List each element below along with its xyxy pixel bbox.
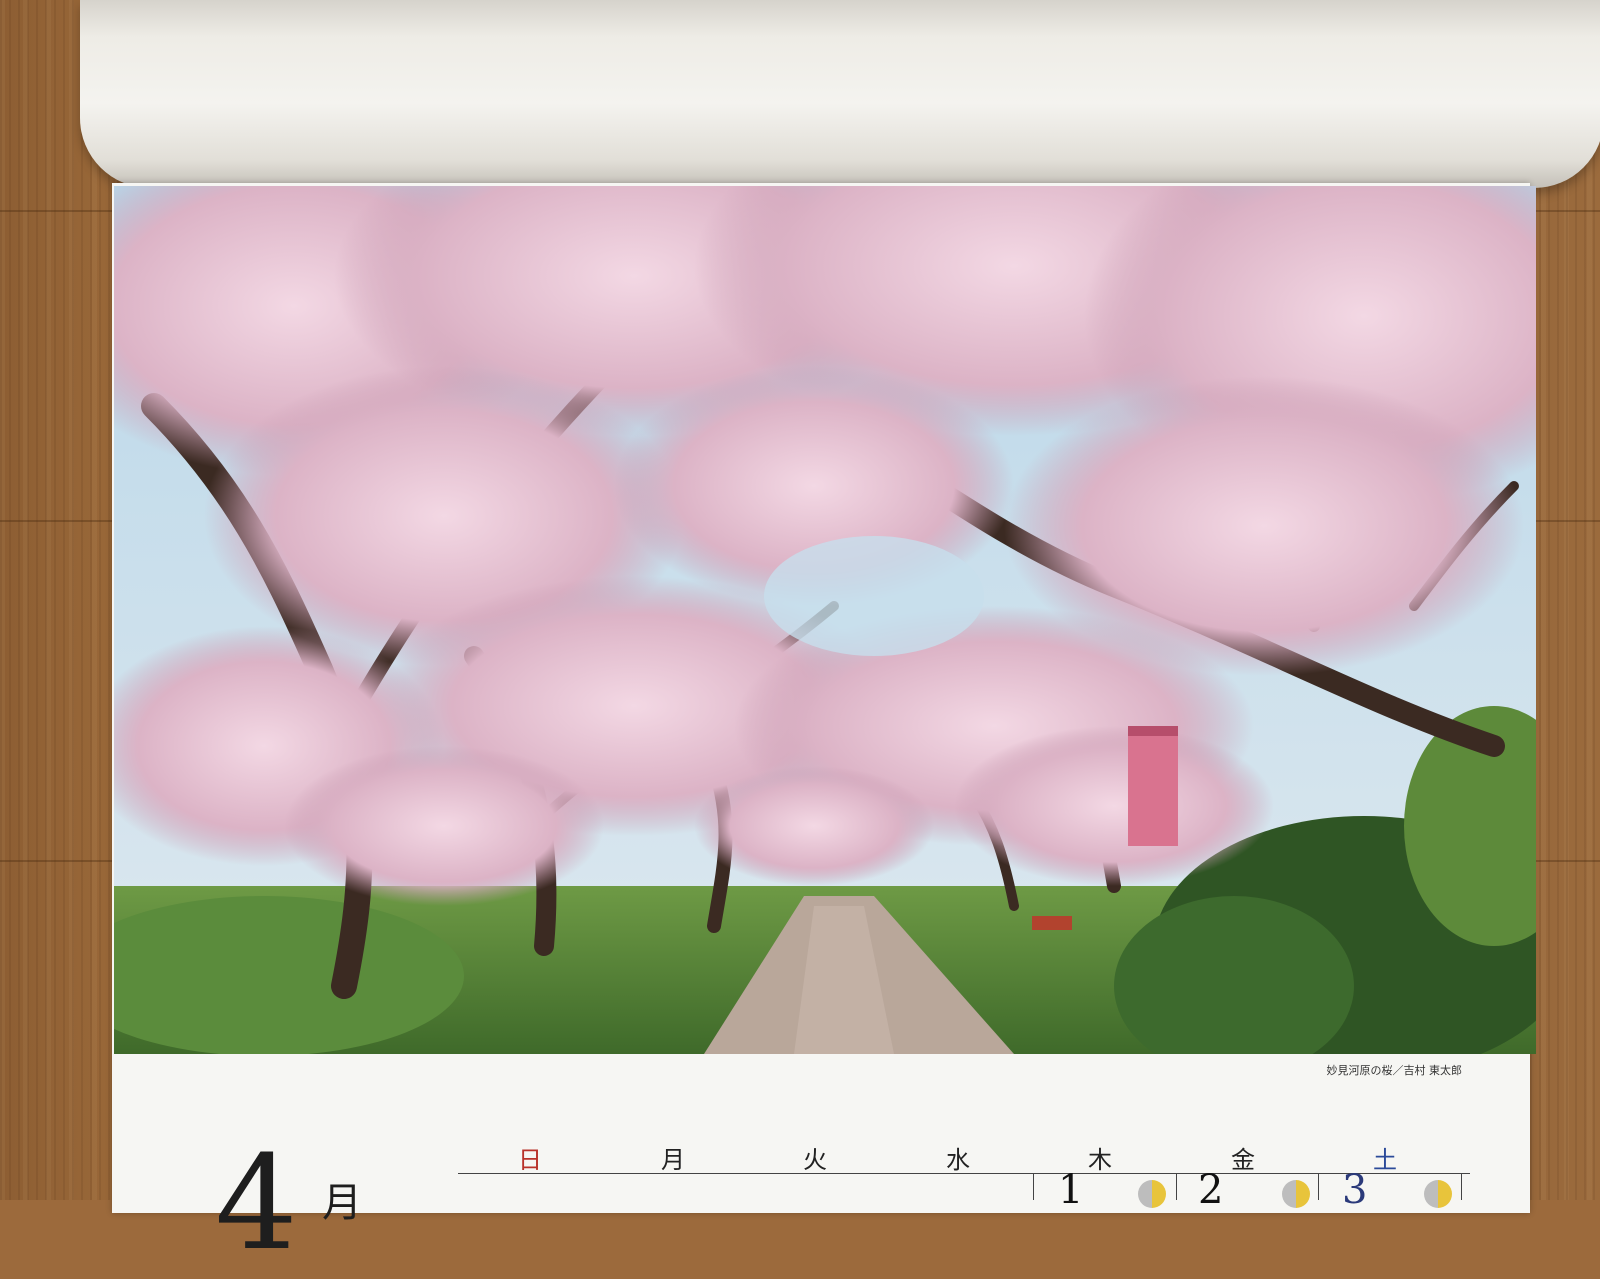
grid-divider bbox=[1176, 1173, 1177, 1200]
weekday-mon: 月 bbox=[661, 1146, 685, 1174]
rolled-previous-page bbox=[80, 0, 1600, 188]
weekday-wed: 水 bbox=[946, 1146, 970, 1174]
photo-caption: 妙見河原の桜／吉村 東太郎 bbox=[1326, 1064, 1463, 1077]
cherry-blossom-photo bbox=[114, 186, 1536, 1054]
moon-phase-icon bbox=[1138, 1180, 1166, 1208]
grid-divider bbox=[1033, 1173, 1034, 1200]
grid-divider bbox=[1318, 1173, 1319, 1200]
date-cell-sat: 3 bbox=[1342, 1167, 1368, 1213]
grid-divider bbox=[1461, 1173, 1462, 1200]
weekday-thu: 木 bbox=[1088, 1146, 1112, 1174]
weekday-header: 日 月 火 水 木 金 土 bbox=[460, 1140, 1470, 1174]
month-unit: 月 bbox=[322, 1180, 362, 1226]
weekday-fri: 金 bbox=[1231, 1146, 1255, 1174]
weekday-sun: 日 bbox=[518, 1146, 542, 1174]
moon-phase-icon bbox=[1282, 1180, 1310, 1208]
moon-phase-icon bbox=[1424, 1180, 1452, 1208]
date-cell-thu: 1 bbox=[1058, 1167, 1084, 1213]
weekday-sat: 土 bbox=[1373, 1146, 1397, 1174]
date-cell-fri: 2 bbox=[1198, 1167, 1224, 1213]
weekday-tue: 火 bbox=[803, 1146, 827, 1174]
month-number: 4 bbox=[215, 1127, 298, 1279]
